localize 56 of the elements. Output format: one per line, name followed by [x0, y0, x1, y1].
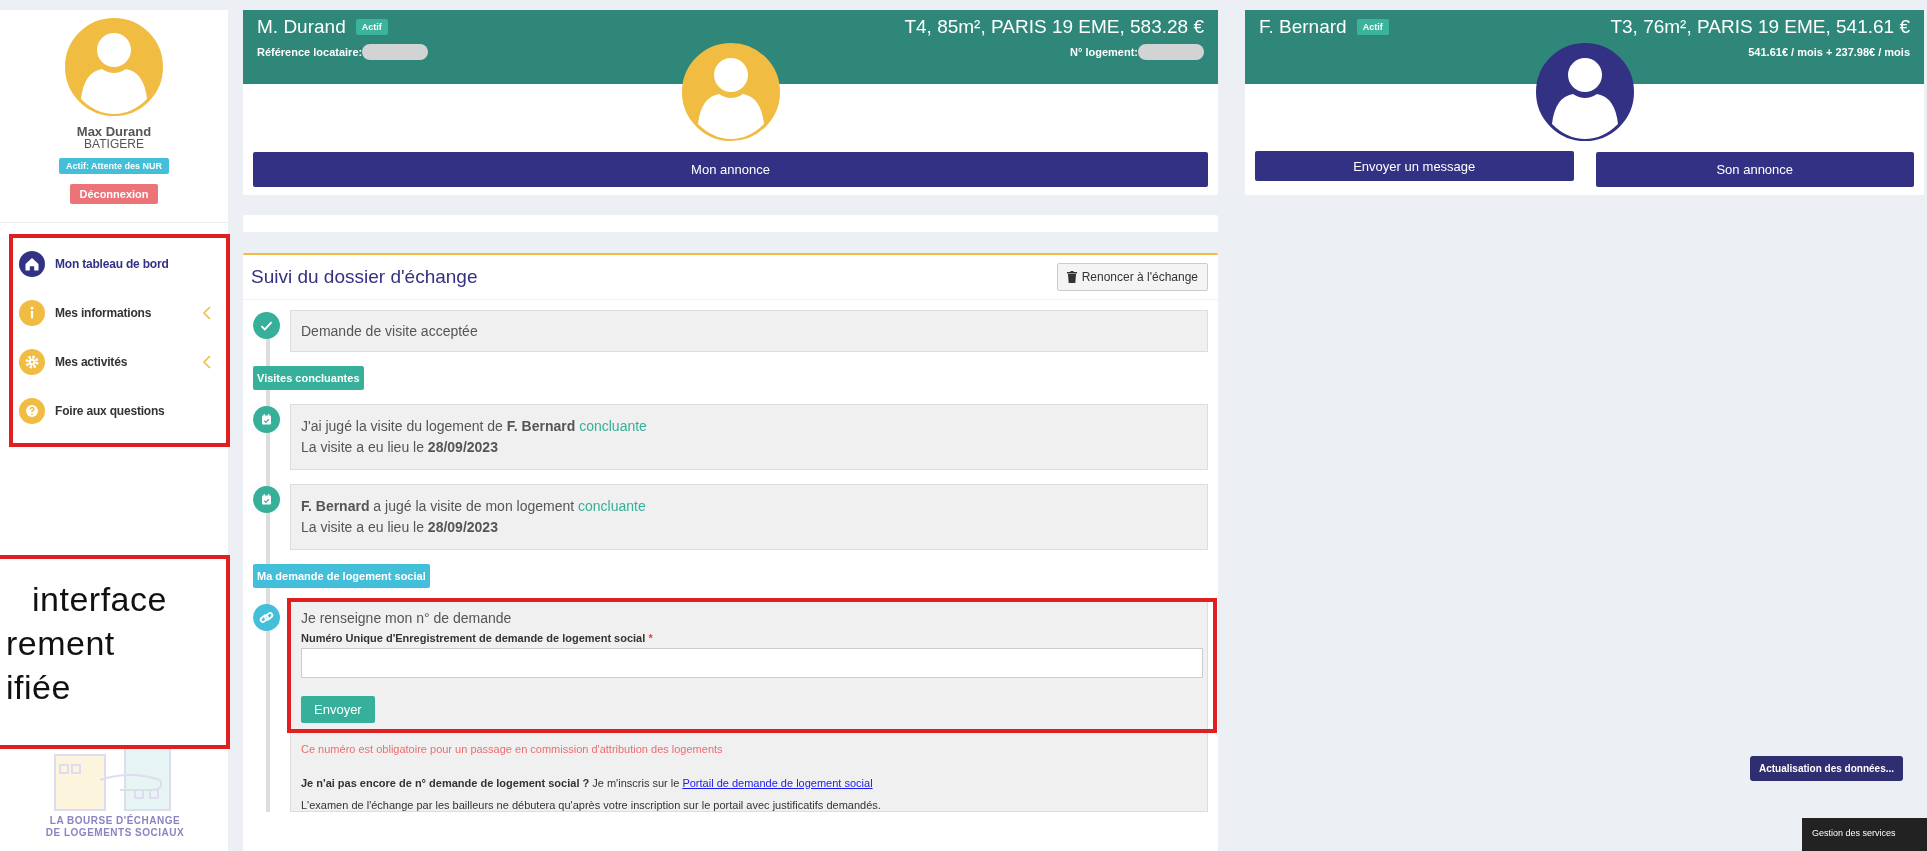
- callout-text: interface: [32, 579, 167, 620]
- gear-icon: [19, 349, 45, 375]
- status-badge: Actif: [1356, 19, 1389, 35]
- nav-item[interactable]: Foire aux questions: [55, 404, 226, 418]
- tenant-name: F. Bernard: [1259, 16, 1347, 38]
- housing-summary: T3, 76m², PARIS 19 EME, 541.61 €: [1610, 16, 1910, 38]
- calendar-icon: [253, 406, 280, 433]
- cancel-exchange-button[interactable]: Renoncer à l'échange: [1056, 263, 1208, 291]
- field-label: Référence locataire:: [257, 46, 363, 58]
- rent-text: 541.61€ / mois + 237.98€ / mois: [1747, 46, 1910, 58]
- logo-text: DE LOGEMENTS SOCIAUX: [45, 827, 185, 839]
- nav-item[interactable]: Mes activités: [55, 355, 192, 369]
- status-badge: Actif: Attente des NUR: [58, 158, 170, 174]
- listing-button[interactable]: Son annonce: [1595, 152, 1914, 187]
- trash-icon: [1066, 271, 1077, 283]
- tenant-name: M. Durand: [257, 16, 346, 38]
- redacted-value: [1138, 44, 1204, 60]
- visit-date-text: La visite a eu lieu le 28/09/2023: [301, 518, 499, 537]
- visit-date-text: La visite a eu lieu le 28/09/2023: [301, 438, 499, 457]
- refresh-button[interactable]: Actualisation des données...: [1750, 756, 1904, 781]
- note-text: L'examen de l'échange par les bailleurs ne débutera qu'après votre inscription sur le portail avec justificatifs demandés.: [301, 799, 882, 811]
- calendar-icon: [253, 486, 280, 513]
- avatar-icon: [680, 42, 781, 142]
- warning-text: Ce numéro est obligatoire pour un passage en commission d'attribution des logements: [301, 743, 724, 755]
- status-badge: Actif: [355, 19, 388, 35]
- services-panel[interactable]: Gestion des services: [1802, 818, 1927, 851]
- nav-item[interactable]: Mes informations: [55, 306, 192, 320]
- info-icon: [19, 300, 45, 326]
- section-badge: Visites concluantes: [253, 366, 364, 390]
- visit-result-text: F. Bernard a jugé la visite de mon logement concluante: [301, 497, 647, 516]
- avatar-icon: [1534, 42, 1635, 142]
- panel-title: Suivi du dossier d'échange: [251, 266, 478, 288]
- check-icon: [253, 312, 280, 339]
- avatar-icon: [64, 17, 164, 117]
- logo-text: LA BOURSE D'ÉCHANGE: [49, 815, 181, 827]
- redacted-value: [362, 44, 429, 60]
- field-label: Numéro Unique d'Enregistrement de demande de logement social *: [301, 632, 654, 644]
- visit-result-text: J'ai jugé la visite du logement de F. Bernard concluante: [301, 417, 648, 436]
- callout-text: ifiée: [6, 667, 71, 708]
- nav-item[interactable]: Mon tableau de bord: [55, 257, 226, 271]
- input-field[interactable]: [301, 648, 1203, 678]
- field-label: N° logement:: [1070, 46, 1138, 58]
- link-icon: [253, 604, 280, 631]
- portal-link[interactable]: Portail de demande de logement social: [682, 777, 873, 789]
- message-button[interactable]: Envoyer un message: [1255, 151, 1574, 181]
- timeline-entry: Demande de visite acceptée: [290, 310, 1208, 352]
- form-title: Je renseigne mon n° de demande: [301, 610, 513, 626]
- callout-text: rement: [6, 623, 115, 664]
- home-icon: [19, 251, 45, 277]
- listing-button[interactable]: Mon annonce: [253, 152, 1208, 187]
- question-icon: [19, 398, 45, 424]
- section-badge: Ma demande de logement social: [253, 564, 430, 588]
- user-name: Max Durand: [76, 125, 152, 138]
- organization-name: BATIGERE: [84, 138, 144, 150]
- info-text: Je n'ai pas encore de n° demande de logement social ? Je m'inscris sur le Portail de demande de logement social: [301, 777, 874, 789]
- housing-summary: T4, 85m², PARIS 19 EME, 583.28 €: [904, 16, 1204, 38]
